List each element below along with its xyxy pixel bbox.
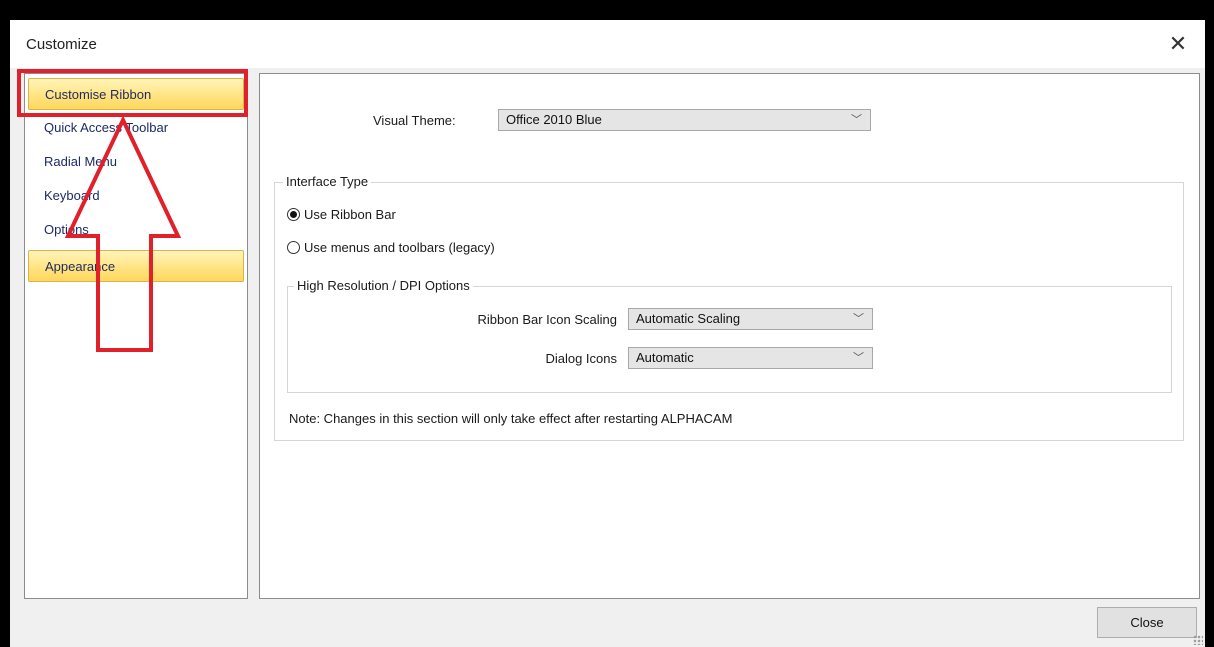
dialog-icons-select[interactable]: Automatic ﹀: [628, 347, 873, 369]
radio-use-ribbon-bar[interactable]: Use Ribbon Bar: [287, 207, 396, 222]
chevron-down-icon: ﹀: [853, 352, 864, 364]
dialog-icons-label: Dialog Icons: [545, 351, 617, 366]
ribbon-scaling-select[interactable]: Automatic Scaling ﹀: [628, 308, 873, 330]
radio-button-checked[interactable]: [287, 208, 300, 221]
radio-label: Use Ribbon Bar: [304, 207, 396, 222]
radio-button[interactable]: [287, 241, 300, 254]
interface-type-group: Interface Type Use Ribbon Bar Use menus …: [274, 174, 1184, 441]
chevron-down-icon: ﹀: [851, 114, 862, 126]
sidebar-item-customise-ribbon[interactable]: Customise Ribbon: [28, 78, 244, 110]
resize-grip-icon[interactable]: [1193, 635, 1203, 645]
visual-theme-label: Visual Theme:: [373, 113, 456, 128]
title-bar: Customize ✕: [10, 20, 1205, 68]
sidebar-item-keyboard[interactable]: Keyboard: [28, 180, 244, 212]
ribbon-scaling-label: Ribbon Bar Icon Scaling: [477, 312, 617, 327]
visual-theme-value: Office 2010 Blue: [506, 112, 602, 127]
visual-theme-select[interactable]: Office 2010 Blue ﹀: [498, 109, 871, 131]
sidebar-item-quick-access-toolbar[interactable]: Quick Access Toolbar: [28, 112, 244, 144]
sidebar-item-appearance[interactable]: Appearance: [28, 250, 244, 282]
sidebar-item-options[interactable]: Options: [28, 214, 244, 246]
sidebar-item-radial-menu[interactable]: Radial Menu: [28, 146, 244, 178]
interface-type-legend: Interface Type: [283, 174, 372, 189]
dialog-icons-value: Automatic: [636, 350, 694, 365]
appearance-panel: Visual Theme: Office 2010 Blue ﹀ Interfa…: [259, 73, 1200, 599]
radio-use-menus-toolbars[interactable]: Use menus and toolbars (legacy): [287, 240, 495, 255]
close-button[interactable]: Close: [1097, 607, 1197, 638]
sidebar: Customise Ribbon Quick Access Toolbar Ra…: [24, 73, 248, 599]
dpi-options-group: High Resolution / DPI Options Ribbon Bar…: [287, 278, 1172, 393]
close-icon[interactable]: ✕: [1161, 28, 1195, 60]
customize-dialog: Customize ✕ Customise Ribbon Quick Acces…: [10, 20, 1205, 647]
window-title: Customize: [26, 36, 97, 53]
radio-label: Use menus and toolbars (legacy): [304, 240, 495, 255]
restart-note: Note: Changes in this section will only …: [289, 411, 733, 426]
chevron-down-icon: ﹀: [853, 313, 864, 325]
dpi-options-legend: High Resolution / DPI Options: [294, 278, 473, 293]
ribbon-scaling-value: Automatic Scaling: [636, 311, 741, 326]
